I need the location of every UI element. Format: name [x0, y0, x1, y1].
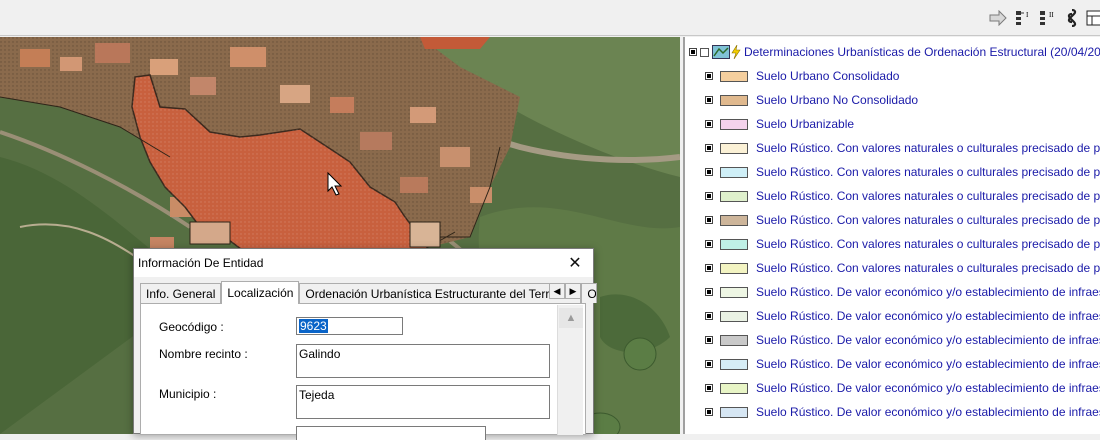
geocodigo-label: Geocódigo :: [159, 320, 224, 334]
legend-checkbox-icon[interactable]: [705, 336, 713, 344]
dialog-title-bar: Información De Entidad ✕: [134, 249, 593, 277]
legend-item[interactable]: Suelo Urbano No Consolidado: [705, 90, 918, 110]
legend-swatch: [720, 118, 748, 130]
legend-checkbox-icon[interactable]: [705, 312, 713, 320]
legend-swatch: [720, 238, 748, 250]
svg-text:II: II: [1049, 11, 1054, 19]
legend-checkbox-icon[interactable]: [705, 408, 713, 416]
legend-item[interactable]: Suelo Rústico. De valor económico y/o es…: [705, 354, 1100, 374]
layer-map-icon: [712, 45, 730, 59]
legend-swatch: [720, 190, 748, 202]
legend-checkbox-icon[interactable]: [705, 192, 713, 200]
legend-item-label: Suelo Rústico. Con valores naturales o c…: [756, 165, 1100, 179]
tab-bar: Info. General Localización Ordenación Ur…: [140, 281, 598, 304]
tab-ordenacion[interactable]: Ordenación Urbanística Estructurante del…: [299, 283, 582, 303]
tab-page-localizacion: Geocódigo : 9623 Nombre recinto : Galind…: [140, 303, 586, 440]
tree-level-1-icon[interactable]: I: [1014, 8, 1034, 28]
tab-localizacion[interactable]: Localización: [221, 281, 300, 304]
legend-checkbox-icon[interactable]: [705, 240, 713, 248]
legend-checkbox-icon[interactable]: [705, 72, 713, 80]
legend-swatch: [720, 310, 748, 322]
legend-item-label: Suelo Rústico. De valor económico y/o es…: [756, 405, 1100, 419]
legend-item-label: Suelo Urbanizable: [756, 117, 855, 131]
legend-item-label: Suelo Rústico. De valor económico y/o es…: [756, 357, 1100, 371]
legend-item-label: Suelo Urbano Consolidado: [756, 69, 900, 83]
legend-swatch: [720, 334, 748, 346]
nombre-recinto-label: Nombre recinto :: [159, 347, 248, 361]
close-icon[interactable]: ✕: [565, 253, 585, 273]
legend-item-label: Suelo Rústico. Con valores naturales o c…: [756, 261, 1100, 275]
legend-item-label: Suelo Urbano No Consolidado: [756, 93, 919, 107]
entity-info-dialog: Información De Entidad ✕ Info. General L…: [133, 248, 598, 440]
legend-item[interactable]: Suelo Urbanizable: [705, 114, 854, 134]
collapse-icon[interactable]: [689, 48, 697, 56]
legend-item[interactable]: Suelo Rústico. Con valores naturales o c…: [705, 138, 1100, 158]
svg-text:I: I: [1026, 11, 1029, 19]
legend-swatch: [720, 286, 748, 298]
legend-swatch: [720, 142, 748, 154]
next-field[interactable]: [296, 426, 486, 440]
dialog-title: Información De Entidad: [138, 256, 264, 270]
legend-swatch: [720, 262, 748, 274]
municipio-label: Municipio :: [159, 387, 217, 401]
geocodigo-value: 9623: [299, 319, 328, 333]
legend-checkbox-icon[interactable]: [705, 384, 713, 392]
legend-item[interactable]: Suelo Urbano Consolidado: [705, 66, 899, 86]
lightning-icon: [731, 45, 741, 59]
legend-swatch: [720, 166, 748, 178]
municipio-field[interactable]: Tejeda: [296, 385, 550, 419]
geocodigo-field[interactable]: 9623: [296, 317, 403, 335]
legend-swatch: [720, 382, 748, 394]
legend-checkbox-icon[interactable]: [705, 120, 713, 128]
legend-swatch: [720, 406, 748, 418]
legend-item[interactable]: Suelo Rústico. Con valores naturales o c…: [705, 186, 1100, 206]
legend-item-label: Suelo Rústico. De valor económico y/o es…: [756, 309, 1100, 323]
tree-level-2-icon[interactable]: II: [1038, 8, 1058, 28]
vertical-scrollbar[interactable]: ▲: [557, 305, 583, 435]
legend-checkbox-icon[interactable]: [705, 288, 713, 296]
tab-scroll-right-icon[interactable]: ▶: [565, 283, 581, 299]
legend-checkbox-icon[interactable]: [705, 144, 713, 152]
tab-info-general[interactable]: Info. General: [140, 283, 222, 303]
legend-swatch: [720, 70, 748, 82]
legend-root-title: Determinaciones Urbanísticas de Ordenaci…: [744, 45, 1100, 59]
legend-item[interactable]: Suelo Rústico. Con valores naturales o c…: [705, 210, 1100, 230]
legend-item-label: Suelo Rústico. Con valores naturales o c…: [756, 189, 1100, 203]
tab-scroll-buttons: ◀ ▶: [549, 283, 581, 299]
legend-root-node[interactable]: Determinaciones Urbanísticas de Ordenaci…: [689, 43, 1100, 61]
legend-swatch: [720, 94, 748, 106]
legend-item[interactable]: Suelo Rústico. Con valores naturales o c…: [705, 234, 1100, 254]
legend-item[interactable]: Suelo Rústico. De valor económico y/o es…: [705, 282, 1100, 302]
legend-panel: Determinaciones Urbanísticas de Ordenaci…: [683, 37, 1100, 434]
legend-item[interactable]: Suelo Rústico. De valor económico y/o es…: [705, 330, 1100, 350]
legend-item-label: Suelo Rústico. Con valores naturales o c…: [756, 141, 1100, 155]
tab-scroll-left-icon[interactable]: ◀: [549, 283, 565, 299]
layout-icon[interactable]: [1084, 8, 1100, 28]
legend-item-label: Suelo Rústico. Con valores naturales o c…: [756, 237, 1100, 251]
legend-checkbox-icon[interactable]: [705, 96, 713, 104]
link-icon[interactable]: [1062, 8, 1082, 28]
legend-checkbox-icon[interactable]: [705, 360, 713, 368]
legend-item-label: Suelo Rústico. De valor económico y/o es…: [756, 285, 1100, 299]
legend-swatch: [720, 214, 748, 226]
legend-item[interactable]: Suelo Rústico. De valor económico y/o es…: [705, 402, 1100, 422]
checkbox-icon[interactable]: [700, 47, 709, 57]
legend-checkbox-icon[interactable]: [705, 264, 713, 272]
tab-overflow[interactable]: O: [581, 283, 598, 303]
legend-item[interactable]: Suelo Rústico. Con valores naturales o c…: [705, 162, 1100, 182]
legend-checkbox-icon[interactable]: [705, 168, 713, 176]
legend-item-label: Suelo Rústico. De valor económico y/o es…: [756, 333, 1100, 347]
legend-item[interactable]: Suelo Rústico. De valor económico y/o es…: [705, 306, 1100, 326]
scroll-up-icon[interactable]: ▲: [559, 308, 583, 328]
legend-swatch: [720, 358, 748, 370]
legend-item-label: Suelo Rústico. De valor económico y/o es…: [756, 381, 1100, 395]
legend-item[interactable]: Suelo Rústico. Con valores naturales o c…: [705, 258, 1100, 278]
nombre-recinto-field[interactable]: Galindo: [296, 344, 550, 378]
legend-checkbox-icon[interactable]: [705, 216, 713, 224]
legend-item[interactable]: Suelo Rústico. De valor económico y/o es…: [705, 378, 1100, 398]
toolbar: I II: [0, 0, 1100, 36]
arrow-right-icon[interactable]: [988, 8, 1008, 28]
legend-item-label: Suelo Rústico. Con valores naturales o c…: [756, 213, 1100, 227]
